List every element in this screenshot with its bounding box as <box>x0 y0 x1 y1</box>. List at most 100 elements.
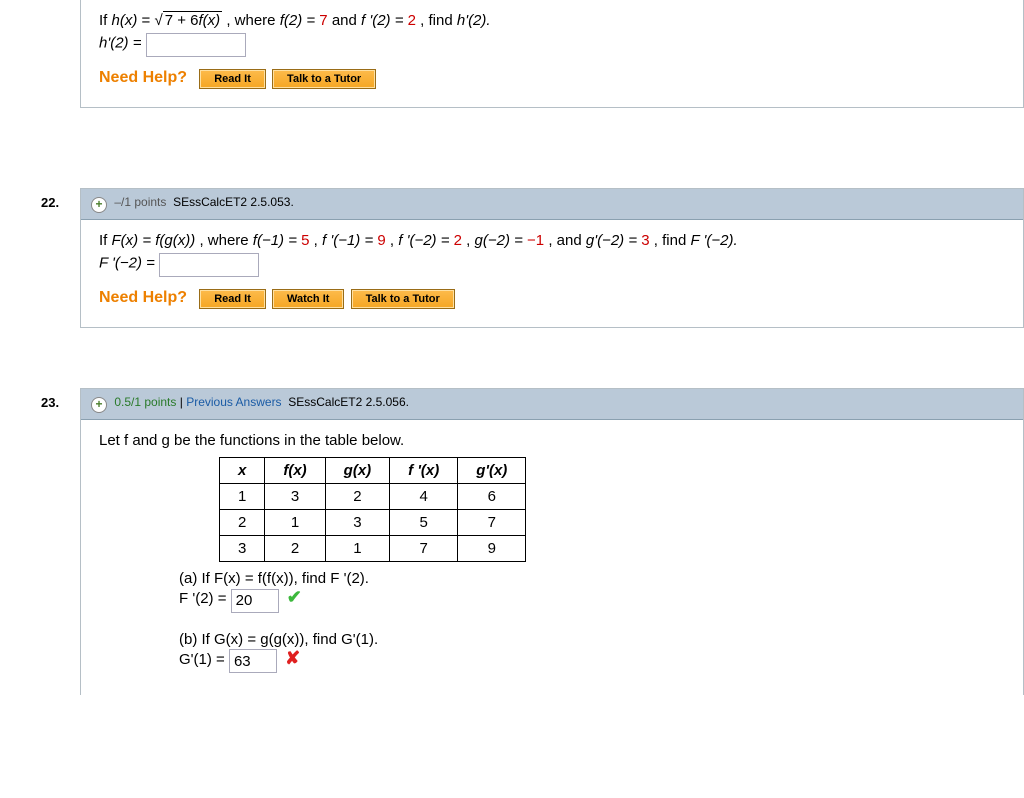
answer-label: h'(2) = <box>99 35 146 52</box>
cell: 2 <box>325 484 390 510</box>
q23-intro: Let f and g be the functions in the tabl… <box>99 432 1005 449</box>
q23b: (b) If G(x) = g(g(x)), find G'(1). G'(1)… <box>179 631 1005 674</box>
q21-statement: If h(x) = √7 + 6f(x) , where f(2) = 7 an… <box>99 12 1005 29</box>
text: f '(−2) = <box>398 232 453 249</box>
q23a-statement: (a) If F(x) = f(f(x)), find F '(2). <box>179 570 1005 587</box>
x-icon: ✘ <box>285 648 300 668</box>
q22-statement: If F(x) = f(g(x)) , where f(−1) = 5 , f … <box>99 232 1005 249</box>
text: and <box>332 12 361 29</box>
question-22-box: 22. + –/1 points SEssCalcET2 2.5.053. If… <box>80 188 1024 328</box>
reference: SEssCalcET2 2.5.053. <box>173 195 294 209</box>
q21-help-row: Need Help? Read It Talk to a Tutor <box>99 69 1005 89</box>
answer-label: F '(−2) = <box>99 255 159 272</box>
table-header-row: x f(x) g(x) f '(x) g'(x) <box>220 458 526 484</box>
talk-to-tutor-button[interactable]: Talk to a Tutor <box>272 69 376 89</box>
text: h'(2). <box>457 12 491 29</box>
q22-answer-row: F '(−2) = <box>99 253 1005 277</box>
question-21-box: If h(x) = √7 + 6f(x) , where f(2) = 7 an… <box>80 0 1024 108</box>
value: 3 <box>641 232 649 249</box>
table-row: 1 3 2 4 6 <box>220 484 526 510</box>
cell: 7 <box>390 536 458 562</box>
cell: 5 <box>390 510 458 536</box>
value: 2 <box>408 12 416 29</box>
value: 7 <box>319 12 327 29</box>
q22-answer-input[interactable] <box>159 253 259 277</box>
talk-to-tutor-button[interactable]: Talk to a Tutor <box>351 289 455 309</box>
sqrt-body: 7 + 6f(x) <box>163 11 222 29</box>
previous-answers-link[interactable]: Previous Answers <box>186 395 281 409</box>
value: 9 <box>377 232 385 249</box>
read-it-button[interactable]: Read It <box>199 69 266 89</box>
col-gx: g(x) <box>325 458 390 484</box>
text: If <box>99 232 112 249</box>
q21-answer-row: h'(2) = <box>99 33 1005 57</box>
cell: 1 <box>220 484 265 510</box>
q22-help-row: Need Help? Read It Watch It Talk to a Tu… <box>99 289 1005 309</box>
cell: 2 <box>265 536 325 562</box>
text: h(x) <box>112 12 138 29</box>
cell: 1 <box>325 536 390 562</box>
text: f(x) <box>198 12 220 29</box>
text: g(−2) = <box>475 232 528 249</box>
text: , where <box>226 12 279 29</box>
question-number: 23. <box>41 395 59 410</box>
cell: 3 <box>325 510 390 536</box>
text: F '(−2). <box>690 232 737 249</box>
question-23-box: 23. + 0.5/1 points | Previous Answers SE… <box>80 388 1024 695</box>
cell: 7 <box>458 510 526 536</box>
value: 5 <box>301 232 309 249</box>
cell: 2 <box>220 510 265 536</box>
table-row: 2 1 3 5 7 <box>220 510 526 536</box>
q23b-answer-row: G'(1) = ✘ <box>179 648 1005 674</box>
q23b-answer-input[interactable] <box>229 649 277 673</box>
text: f '(−1) = <box>322 232 377 249</box>
col-fx: f(x) <box>265 458 325 484</box>
text: F(x) = f(g(x)) <box>112 232 196 249</box>
text: , <box>390 232 398 249</box>
question-number: 22. <box>41 195 59 210</box>
q21-answer-input[interactable] <box>146 33 246 57</box>
expand-icon[interactable]: + <box>91 197 107 213</box>
table-row: 3 2 1 7 9 <box>220 536 526 562</box>
cell: 6 <box>458 484 526 510</box>
text: = <box>142 12 155 29</box>
watch-it-button[interactable]: Watch It <box>272 289 344 309</box>
value: −1 <box>527 232 544 249</box>
text: , <box>466 232 474 249</box>
text: , and <box>548 232 586 249</box>
text: , <box>314 232 322 249</box>
points: –/1 points <box>114 195 166 209</box>
value: 2 <box>454 232 462 249</box>
reference: SEssCalcET2 2.5.056. <box>288 395 409 409</box>
q23b-statement: (b) If G(x) = g(g(x)), find G'(1). <box>179 631 1005 648</box>
text: g'(−2) = <box>586 232 641 249</box>
q22-header: 22. + –/1 points SEssCalcET2 2.5.053. <box>81 189 1023 220</box>
cell: 4 <box>390 484 458 510</box>
cell: 9 <box>458 536 526 562</box>
expand-icon[interactable]: + <box>91 397 107 413</box>
text: f(2) = <box>280 12 320 29</box>
need-help-label: Need Help? <box>99 289 187 306</box>
answer-label: G'(1) = <box>179 651 229 668</box>
text: f '(2) = <box>361 12 408 29</box>
cell: 3 <box>220 536 265 562</box>
sqrt-sign: √ <box>154 12 162 29</box>
text: If <box>99 12 112 29</box>
read-it-button[interactable]: Read It <box>199 289 266 309</box>
check-icon: ✔ <box>287 587 302 607</box>
text: , find <box>654 232 691 249</box>
text: f(−1) = <box>253 232 301 249</box>
q23a: (a) If F(x) = f(f(x)), find F '(2). F '(… <box>179 570 1005 613</box>
q23-header: 23. + 0.5/1 points | Previous Answers SE… <box>81 389 1023 420</box>
q23a-answer-input[interactable] <box>231 589 279 613</box>
cell: 1 <box>265 510 325 536</box>
col-fpx: f '(x) <box>390 458 458 484</box>
text: 7 + 6 <box>165 12 199 29</box>
function-table: x f(x) g(x) f '(x) g'(x) 1 3 2 4 6 2 1 3 <box>219 457 526 562</box>
cell: 3 <box>265 484 325 510</box>
col-gpx: g'(x) <box>458 458 526 484</box>
answer-label: F '(2) = <box>179 590 231 607</box>
q23a-answer-row: F '(2) = ✔ <box>179 587 1005 613</box>
need-help-label: Need Help? <box>99 69 187 86</box>
points: 0.5/1 points <box>114 395 176 409</box>
